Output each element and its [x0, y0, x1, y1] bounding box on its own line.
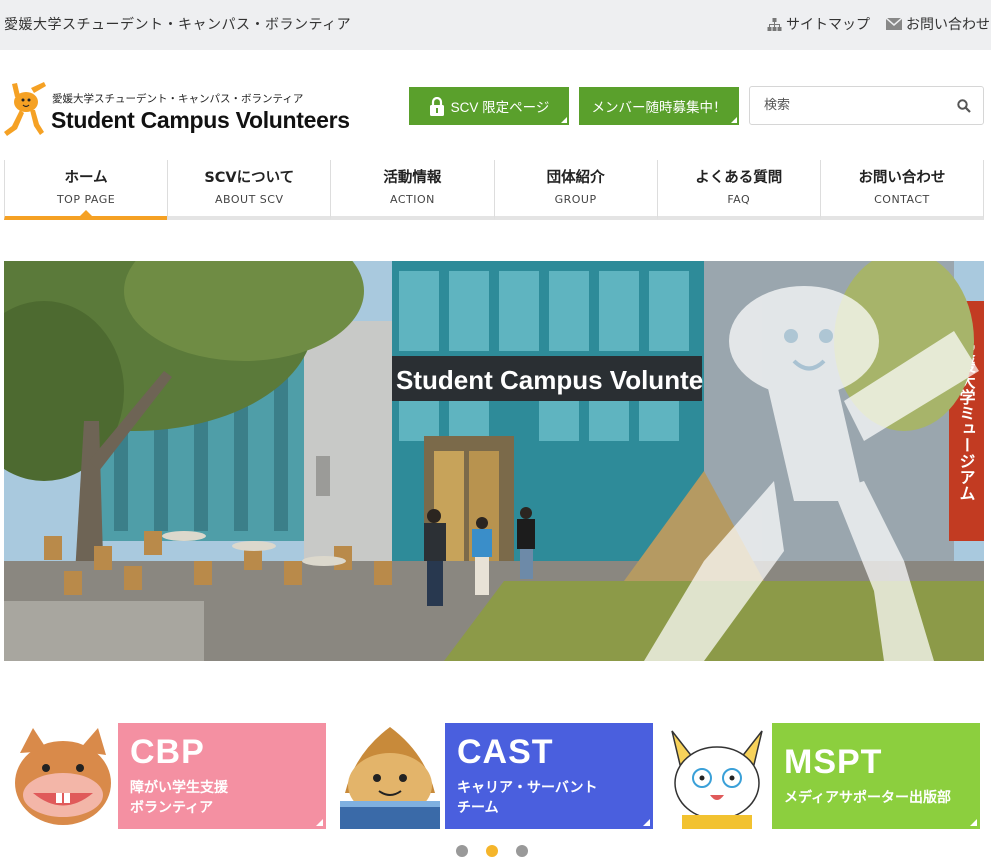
banner-desc-line: キャリア・サーバント — [457, 780, 598, 796]
members-only-label: SCV 限定ページ — [450, 100, 550, 115]
cast-character-illustration — [335, 723, 445, 829]
nav-label-en: FAQ — [727, 193, 751, 206]
nav-label-jp: 団体紹介 — [546, 170, 605, 186]
cbp-character-illustration — [8, 723, 118, 829]
contact-link[interactable]: お問い合わせ — [886, 14, 990, 34]
mail-icon — [886, 18, 902, 30]
banner-cbp-desc: 障がい学生支援 ボランティア — [130, 778, 228, 818]
banner-cast-panel: CAST キャリア・サーバント チーム — [445, 723, 653, 829]
banner-cast[interactable]: CAST キャリア・サーバント チーム — [335, 723, 653, 829]
banner-mspt[interactable]: MSPT メディアサポーター出版部 — [662, 723, 980, 829]
recruit-label: メンバー随時募集中！ — [591, 100, 727, 115]
nav-label-jp: お問い合わせ — [858, 170, 946, 186]
logo-title: Student Campus Volunteers — [51, 107, 350, 133]
nav-label-en: ABOUT SCV — [215, 193, 284, 206]
hero-building-sign: Student Campus Volunteers — [396, 365, 742, 395]
nav-label-jp: 活動情報 — [383, 170, 442, 186]
nav-item-group[interactable]: 団体紹介 GROUP — [493, 160, 657, 220]
carousel-dots — [456, 845, 528, 857]
banner-desc-line: メディアサポーター出版部 — [784, 790, 952, 806]
nav-label-en: GROUP — [554, 193, 597, 206]
nav-label-jp: よくある質問 — [695, 170, 783, 186]
banner-cbp[interactable]: CBP 障がい学生支援 ボランティア — [8, 723, 326, 829]
nav-item-about[interactable]: SCVについて ABOUT SCV — [167, 160, 331, 220]
carousel-dot-1[interactable] — [456, 845, 468, 857]
mspt-character-illustration — [662, 723, 772, 829]
contact-label: お問い合わせ — [906, 17, 990, 33]
nav-item-action[interactable]: 活動情報 ACTION — [330, 160, 494, 220]
carousel-dot-3[interactable] — [516, 845, 528, 857]
banner-desc-line: ボランティア — [130, 800, 214, 816]
search-icon[interactable] — [957, 99, 971, 113]
banner-desc-line: チーム — [457, 800, 499, 816]
nav-label-jp: SCVについて — [204, 170, 295, 186]
org-name: 愛媛大学スチューデント・キャンパス・ボランティア — [4, 17, 352, 33]
nav-label-jp: ホーム — [64, 170, 108, 186]
site-logo[interactable]: 愛媛大学スチューデント・キャンパス・ボランティア Student Campus … — [4, 80, 350, 140]
banner-cbp-panel: CBP 障がい学生支援 ボランティア — [118, 723, 326, 829]
lock-icon — [429, 96, 444, 116]
logo-subtitle: 愛媛大学スチューデント・キャンパス・ボランティア — [52, 93, 304, 105]
sitemap-icon — [767, 17, 782, 31]
mascot-logo-icon — [4, 82, 46, 136]
members-only-button[interactable]: SCV 限定ページ — [409, 87, 569, 125]
search-box — [749, 86, 984, 125]
banner-cast-desc: キャリア・サーバント チーム — [457, 778, 598, 818]
banner-cast-title: CAST — [457, 733, 554, 771]
nav-label-en: CONTACT — [874, 193, 930, 206]
sitemap-label: サイトマップ — [786, 17, 870, 33]
sitemap-link[interactable]: サイトマップ — [767, 14, 870, 34]
banner-mspt-title: MSPT — [784, 743, 883, 781]
nav-item-contact[interactable]: お問い合わせ CONTACT — [819, 160, 985, 220]
banner-mspt-panel: MSPT メディアサポーター出版部 — [772, 723, 980, 829]
banner-cbp-title: CBP — [130, 733, 205, 771]
hero-slide-image: Student Campus Volunteers 愛媛大学ミュージアム — [4, 261, 984, 661]
search-input[interactable] — [750, 87, 950, 124]
nav-item-faq[interactable]: よくある質問 FAQ — [656, 160, 820, 220]
carousel-dot-2[interactable] — [486, 845, 498, 857]
top-utility-bar: 愛媛大学スチューデント・キャンパス・ボランティア サイトマップ お問い合わせ — [0, 0, 991, 50]
global-nav: ホーム TOP PAGE SCVについて ABOUT SCV 活動情報 ACTI… — [4, 160, 985, 220]
nav-item-home[interactable]: ホーム TOP PAGE — [4, 160, 168, 220]
nav-label-en: TOP PAGE — [56, 193, 116, 206]
banner-mspt-desc: メディアサポーター出版部 — [784, 788, 951, 808]
banner-desc-line: 障がい学生支援 — [130, 780, 228, 796]
nav-label-en: ACTION — [389, 193, 435, 206]
recruit-button[interactable]: メンバー随時募集中！ — [579, 87, 739, 125]
